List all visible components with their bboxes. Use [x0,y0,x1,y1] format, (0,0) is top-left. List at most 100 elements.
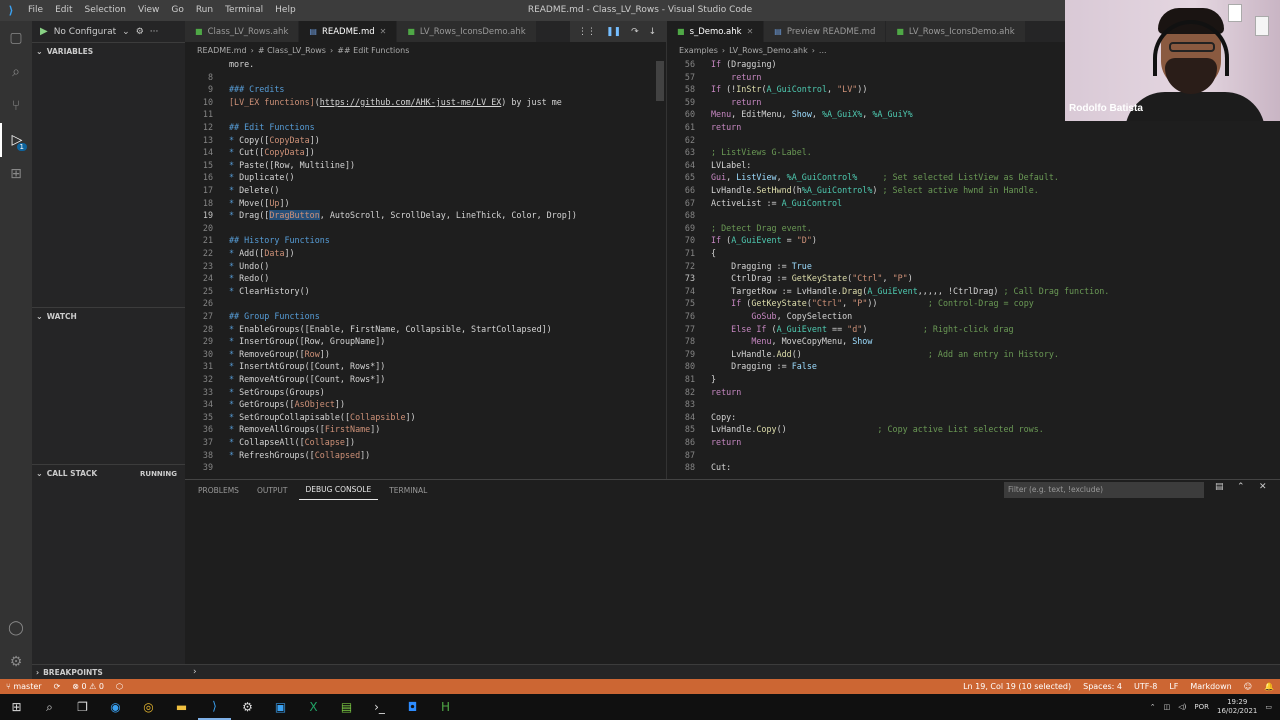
code-line[interactable]: 11 [185,108,666,121]
pause-icon[interactable]: ❚❚ [606,27,621,37]
close-icon[interactable]: ✕ [380,27,387,36]
zoom-icon[interactable]: ◘ [396,694,429,720]
code-line[interactable]: 13 * Copy([CopyData]) [185,134,666,147]
gear-icon[interactable]: ⚙ [136,27,144,37]
code-line[interactable]: 8 [185,71,666,84]
code-line[interactable]: 38 * RefreshGroups([Collapsed]) [185,449,666,462]
console-prompt-icon[interactable]: › [193,667,197,677]
app-icon[interactable]: ▣ [264,694,297,720]
close-icon[interactable]: ✕ [1259,482,1267,492]
code-line[interactable]: 24 * Redo() [185,272,666,285]
problems-indicator[interactable]: ⊗ 0 ⚠ 0 [66,682,110,691]
code-line[interactable]: 27 ## Group Functions [185,310,666,323]
feedback-icon[interactable]: ☺ [1238,682,1258,691]
gear-icon[interactable]: ⚙ [0,645,32,679]
breadcrumb-item[interactable]: LV_Rows_Demo.ahk [729,46,808,55]
code-line[interactable]: 25 * ClearHistory() [185,285,666,298]
tab-debug-console[interactable]: DEBUG CONSOLE [298,480,379,500]
branch-indicator[interactable]: ⑂ master [0,682,48,691]
code-line[interactable]: 36 * RemoveAllGroups([FirstName]) [185,423,666,436]
start-debug-icon[interactable]: ▶ [40,26,48,37]
tab-preview-readme[interactable]: ▤ Preview README.md [764,21,887,42]
explorer-icon[interactable]: ▢ [0,21,32,55]
language-indicator[interactable]: POR [1194,703,1209,711]
notifications-icon[interactable]: 🔔 [1258,682,1280,691]
tab-readme[interactable]: ▤ README.md ✕ [299,21,398,42]
menu-terminal[interactable]: Terminal [219,0,269,21]
step-over-icon[interactable]: ↷ [631,27,639,37]
code-line[interactable]: 69; Detect Drag event. [667,222,1280,235]
source-control-icon[interactable]: ⑂ [0,89,32,123]
tab-lv-rows-icons-demo[interactable]: ■ LV_Rows_IconsDemo.ahk [397,21,537,42]
section-call-stack[interactable]: ⌄ CALL STACK RUNNING [32,464,185,482]
search-icon[interactable]: ⌕ [33,694,66,720]
menu-selection[interactable]: Selection [79,0,132,21]
tab-problems[interactable]: PROBLEMS [191,480,246,500]
code-line[interactable]: 84 Copy: [667,411,1280,424]
breadcrumb-item[interactable]: Examples [679,46,718,55]
tray-chevron-icon[interactable]: ⌃ [1150,703,1156,711]
chevron-up-icon[interactable]: ⌃ [1237,482,1245,492]
code-line[interactable]: 14 * Cut([CopyData]) [185,146,666,159]
filter-input[interactable]: Filter (e.g. text, !exclude) [1004,482,1204,498]
code-line[interactable]: 29 * InsertGroup([Row, GroupName]) [185,335,666,348]
tab-lv-rows-icons-demo-2[interactable]: ■ LV_Rows_IconsDemo.ahk [886,21,1026,42]
code-line[interactable]: 87 [667,449,1280,462]
code-line[interactable]: 75 If (GetKeyState("Ctrl", "P")) ; Contr… [667,297,1280,310]
code-area-right[interactable]: 56 If (Dragging) 57 return 58 If (!InStr(A_G… [667,58,1280,479]
breadcrumb-item[interactable]: ## Edit Functions [337,46,409,55]
code-line[interactable]: 73 CtrlDrag := GetKeyState("Ctrl", "P") [667,272,1280,285]
code-line[interactable]: 23 * Undo() [185,260,666,273]
menu-go[interactable]: Go [165,0,189,21]
scrollbar[interactable] [656,61,664,101]
search-icon[interactable]: ⌕ [0,55,32,89]
code-line[interactable]: 37 * CollapseAll([Collapse]) [185,436,666,449]
code-line[interactable]: 80 Dragging := False [667,360,1280,373]
code-line[interactable]: 22 * Add([Data]) [185,247,666,260]
task-view-icon[interactable]: ❐ [66,694,99,720]
step-into-icon[interactable]: ↓ [649,27,657,37]
code-line[interactable]: 64 LVLabel: [667,159,1280,172]
clear-console-icon[interactable]: ▤ [1215,482,1224,492]
code-line[interactable]: 35 * SetGroupCollapisable([Collapsible]) [185,411,666,424]
tab-output[interactable]: OUTPUT [250,480,295,500]
code-line[interactable]: 28 * EnableGroups([Enable, FirstName, Col… [185,323,666,336]
tab-class-lv-rows[interactable]: ■ Class_LV_Rows.ahk [185,21,300,42]
language-mode[interactable]: Markdown [1184,682,1237,691]
code-line[interactable]: 62 [667,134,1280,147]
volume-icon[interactable]: ◁) [1178,703,1186,711]
chrome-icon[interactable]: ◎ [132,694,165,720]
code-line[interactable]: 79 LvHandle.Add() ; Add an entry in Hist… [667,348,1280,361]
menu-view[interactable]: View [132,0,165,21]
more-icon[interactable]: ··· [150,27,159,37]
code-line[interactable]: 78 Menu, MoveCopyMenu, Show [667,335,1280,348]
section-breakpoints[interactable]: › BREAKPOINTS [32,668,185,677]
windows-start-icon[interactable]: ⊞ [0,694,33,720]
chevron-down-icon[interactable]: ⌄ [122,27,130,37]
code-line[interactable]: 26 [185,297,666,310]
section-variables[interactable]: ⌄ VARIABLES [32,42,185,60]
section-watch[interactable]: ⌄ WATCH [32,307,185,325]
code-line[interactable]: 20 [185,222,666,235]
code-line[interactable]: 72 Dragging := True [667,260,1280,273]
extensions-icon[interactable]: ⊞ [0,157,32,191]
code-line[interactable]: 19 * Drag([DragButton, AutoScroll, Scroll… [185,209,666,222]
code-line[interactable]: 83 [667,398,1280,411]
code-line[interactable]: 18 * Move([Up]) [185,197,666,210]
sync-icon[interactable]: ⟳ [48,682,67,691]
code-line[interactable]: 30 * RemoveGroup([Row]) [185,348,666,361]
code-line[interactable]: 31 * InsertAtGroup([Count, Rows*]) [185,360,666,373]
menu-run[interactable]: Run [190,0,219,21]
code-line[interactable]: 39 [185,461,666,474]
autohotkey-icon[interactable]: H [429,694,462,720]
code-line[interactable]: 65 Gui, ListView, %A_GuiControl% ; Set se… [667,171,1280,184]
breadcrumb-item[interactable]: ... [819,46,827,55]
code-area-left[interactable]: more. 8 9 ### Credits 10 [LV_EX functions](ht… [185,58,666,479]
code-line[interactable]: 16 * Duplicate() [185,171,666,184]
debug-target-icon[interactable]: ⬡ [110,682,129,691]
network-icon[interactable]: ◫ [1164,703,1171,711]
code-line[interactable]: 74 TargetRow := LvHandle.Drag(A_GuiEvent… [667,285,1280,298]
code-line[interactable]: 71{ [667,247,1280,260]
account-icon[interactable]: ◯ [0,611,32,645]
code-line[interactable]: 9 ### Credits [185,83,666,96]
